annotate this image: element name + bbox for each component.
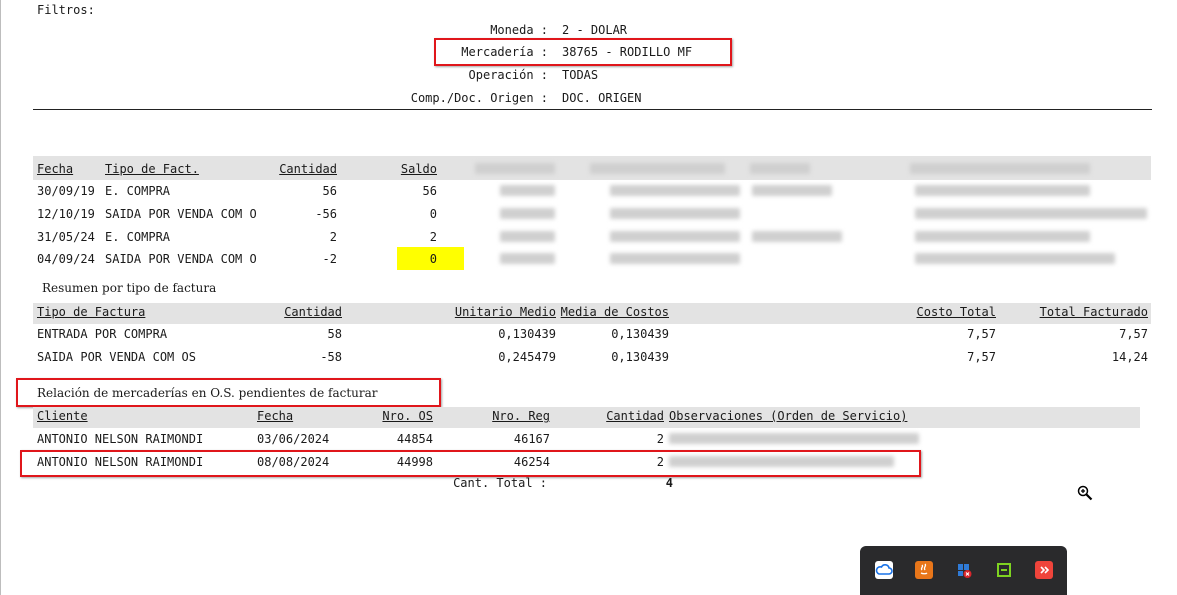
table-row-cantidad: -56 <box>315 207 337 221</box>
col-cantidad: Cantidad <box>284 305 342 319</box>
col-cliente: Cliente <box>37 409 88 423</box>
total-value: 4 <box>665 476 673 490</box>
col-media-costos: Media de Costos <box>560 305 669 319</box>
redacted-cell <box>915 208 1147 219</box>
filter-label-comp-doc: Comp./Doc. Origen : <box>410 91 548 105</box>
redacted-cell <box>500 185 555 196</box>
table-row-cantidad: 56 <box>322 184 337 198</box>
redacted-cell <box>669 433 919 444</box>
table-row-tipo: SAIDA POR VENDA COM O <box>105 252 257 266</box>
col-costo-total: Costo Total <box>916 305 996 319</box>
resumen-title: Resumen por tipo de factura <box>42 281 217 295</box>
table-row-fecha: 04/09/24 <box>37 252 95 266</box>
redacted-cell <box>500 208 555 219</box>
window-left-edge <box>0 0 1 595</box>
filtros-title: Filtros: <box>37 3 95 17</box>
annotation-box-relacion <box>16 378 441 407</box>
resumen-row-cantidad: 58 <box>327 327 342 341</box>
table-row-tipo: E. COMPRA <box>105 184 171 198</box>
redacted-cell <box>752 185 832 196</box>
redacted-cell <box>915 231 1090 242</box>
zoom-cursor-icon <box>1077 485 1093 501</box>
table-row-cantidad: 2 <box>329 230 337 244</box>
table-row-fecha: 31/05/24 <box>37 230 95 244</box>
relacion-row-os: 44854 <box>396 432 433 446</box>
redacted-cell <box>500 253 555 264</box>
col-fecha: Fecha <box>257 409 294 423</box>
col-nro-reg: Nro. Reg <box>492 409 550 423</box>
resumen-row-tipo: SAIDA POR VENDA COM OS <box>37 350 196 364</box>
col-total-facturado: Total Facturado <box>1039 305 1148 319</box>
relacion-row-fecha: 03/06/2024 <box>257 432 330 446</box>
relacion-header-band <box>33 407 1140 428</box>
resumen-row-unitario: 0,130439 <box>498 327 556 341</box>
redacted-cell <box>610 208 740 219</box>
annotation-box-mercaderia <box>434 38 732 66</box>
table-row-saldo: 2 <box>429 230 437 244</box>
relacion-row-reg: 46167 <box>513 432 550 446</box>
col-observaciones: Observaciones (Orden de Servicio) <box>669 409 908 423</box>
resumen-row-facturado: 14,24 <box>1111 350 1148 364</box>
resumen-row-tipo: ENTRADA POR COMPRA <box>37 327 168 341</box>
redacted-cell <box>610 231 740 242</box>
total-label: Cant. Total : <box>453 476 547 490</box>
table-row-fecha: 30/09/19 <box>37 184 95 198</box>
shield-alert-icon[interactable] <box>955 561 973 579</box>
network-icon[interactable] <box>995 561 1013 579</box>
table-row-tipo: SAIDA POR VENDA COM O <box>105 207 257 221</box>
redacted-header <box>750 163 810 174</box>
filter-value-operacion: TODAS <box>562 68 599 82</box>
col-cantidad: Cantidad <box>606 409 664 423</box>
redacted-cell <box>752 231 842 242</box>
col-unitario-medio: Unitario Medio <box>454 305 556 319</box>
redacted-cell <box>915 253 1115 264</box>
filters-divider <box>33 109 1152 110</box>
relacion-row-cliente: ANTONIO NELSON RAIMONDI <box>37 432 204 446</box>
cloud-icon[interactable] <box>875 561 893 579</box>
redacted-cell <box>610 185 740 196</box>
table-row-saldo: 56 <box>422 184 437 198</box>
table-row-fecha: 12/10/19 <box>37 207 95 221</box>
redacted-cell <box>500 231 555 242</box>
redacted-header <box>475 163 555 174</box>
resumen-row-cantidad: -58 <box>320 350 342 364</box>
table-row-cantidad: -2 <box>322 252 337 266</box>
resumen-row-facturado: 7,57 <box>1119 327 1148 341</box>
col-tipo-factura: Tipo de Factura <box>37 305 146 319</box>
resumen-row-costo: 7,57 <box>967 350 996 364</box>
resumen-row-unitario: 0,245479 <box>498 350 556 364</box>
filter-label-operacion: Operación : <box>468 68 548 82</box>
java-icon[interactable] <box>915 561 933 579</box>
table-row-saldo: 0 <box>429 207 437 221</box>
redacted-cell <box>610 253 740 264</box>
col-tipo-fact: Tipo de Fact. <box>105 162 199 176</box>
filter-label-moneda: Moneda : <box>490 23 548 37</box>
resumen-row-media: 0,130439 <box>611 350 669 364</box>
filter-value-comp-doc: DOC. ORIGEN <box>562 91 642 105</box>
col-fecha: Fecha <box>37 162 74 176</box>
redacted-cell <box>915 185 1090 196</box>
annotation-box-row <box>20 450 921 477</box>
relacion-row-cantidad: 2 <box>656 432 664 446</box>
resumen-row-media: 0,130439 <box>611 327 669 341</box>
col-nro-os: Nro. OS <box>382 409 433 423</box>
redacted-header <box>590 163 725 174</box>
col-saldo: Saldo <box>400 162 437 176</box>
col-cantidad: Cantidad <box>279 162 337 176</box>
table-row-saldo: 0 <box>429 252 437 266</box>
redacted-header <box>910 163 1090 174</box>
table-row-tipo: E. COMPRA <box>105 230 171 244</box>
tray-overflow-panel <box>860 546 1067 595</box>
resumen-row-costo: 7,57 <box>967 327 996 341</box>
filter-value-moneda: 2 - DOLAR <box>562 23 628 37</box>
anydesk-icon[interactable] <box>1035 561 1053 579</box>
